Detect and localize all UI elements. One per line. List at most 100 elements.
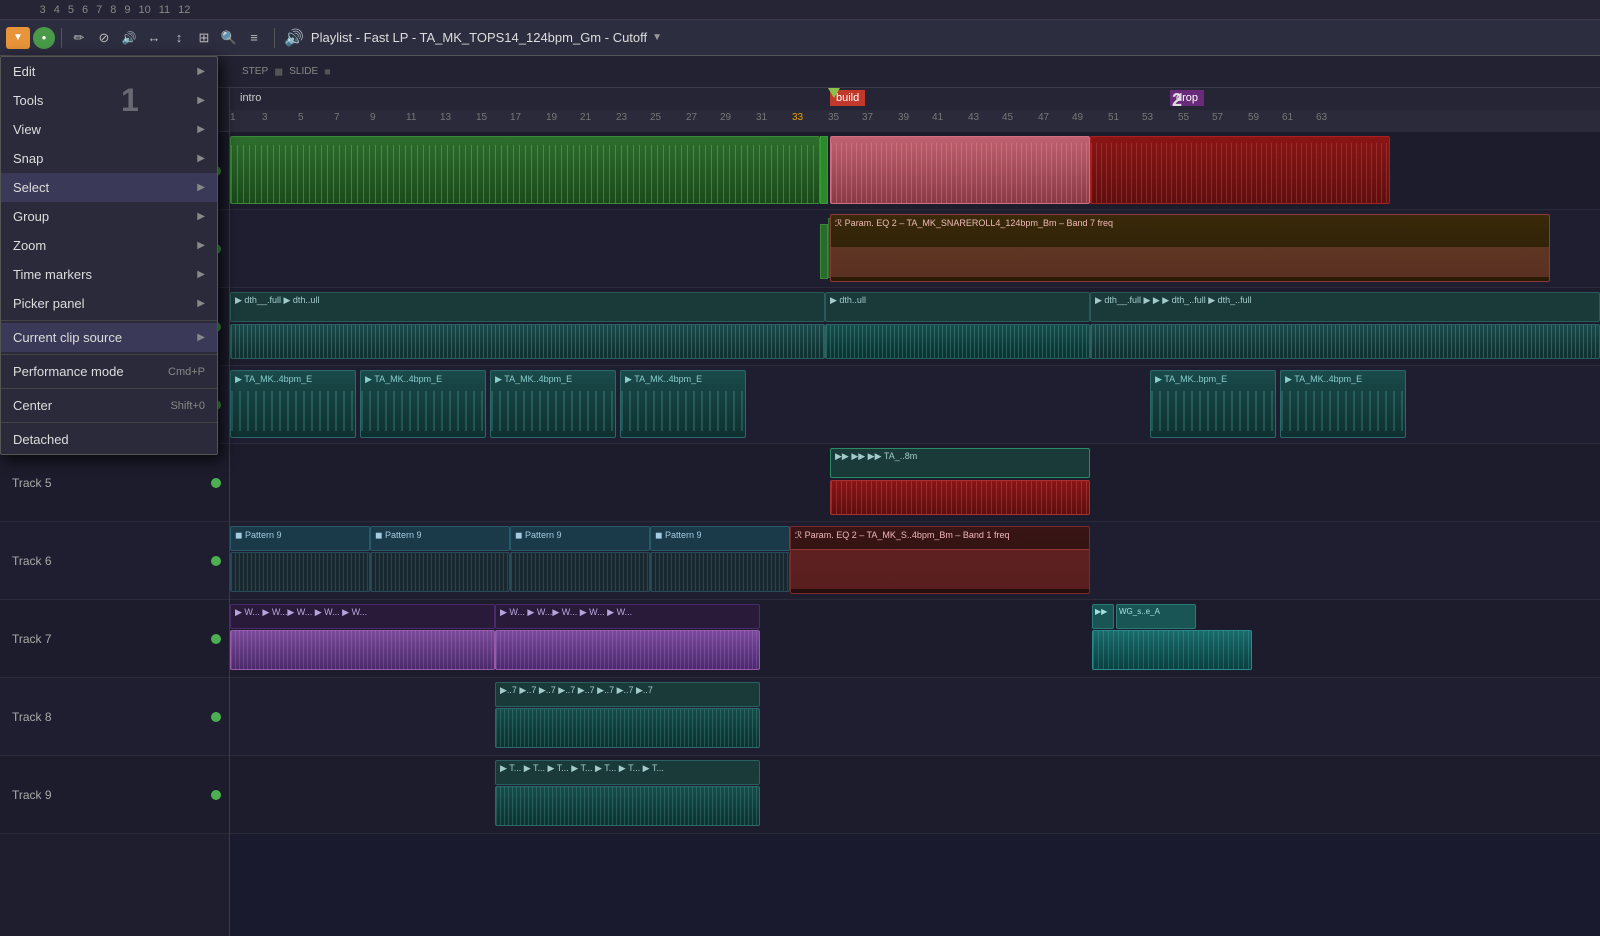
clip-t1-4[interactable] [1090, 136, 1390, 204]
clip-t3-2[interactable]: ▶ dth..ull [825, 292, 1090, 322]
timeline-numbers-row: 1 3 5 7 9 11 13 15 17 19 21 23 25 27 [230, 110, 1600, 132]
menu-item-edit[interactable]: Edit ▶ [1, 57, 217, 86]
clip-t6-2[interactable]: ◼ Pattern 9 [370, 526, 510, 551]
clip-t4-5[interactable]: ▶ TA_MK..bpm_E [1150, 370, 1276, 438]
draw-tool-button[interactable]: ✏ [68, 27, 90, 49]
ruler-num-9: 9 [124, 4, 130, 16]
sub-toolbar: ◀ ▶ 🎹 ⚙ STEP ◼ SLIDE ◼ [0, 56, 1600, 88]
track-7-name: Track 7 [12, 632, 52, 646]
up-down-button[interactable]: ↕ [168, 27, 190, 49]
clip-t4-4[interactable]: ▶ TA_MK..4bpm_E [620, 370, 746, 438]
menu-picker-panel-arrow: ▶ [197, 298, 205, 309]
erase-tool-button[interactable]: ⊘ [93, 27, 115, 49]
clip-t7-2b[interactable] [495, 630, 760, 670]
menu-performance-mode-label: Performance mode [13, 364, 124, 379]
clip-t3-1[interactable]: ▶ dth__.full ▶ dth..ull [230, 292, 825, 322]
clip-t9-1[interactable]: ▶ T... ▶ T... ▶ T... ▶ T... ▶ T... ▶ T..… [495, 760, 760, 785]
menu-item-current-clip-source[interactable]: Current clip source ▶ [1, 323, 217, 352]
clip-t6-2b[interactable] [370, 552, 510, 592]
clip-t4-2[interactable]: ▶ TA_MK..4bpm_E [360, 370, 486, 438]
menu-group-arrow: ▶ [197, 211, 205, 222]
menu-item-tools[interactable]: Tools 1 ▶ [1, 86, 217, 115]
track-9-active-dot [211, 790, 221, 800]
top-ruler: 3 4 5 6 7 8 9 10 11 12 [0, 0, 1600, 20]
meter-button[interactable]: ≡ [243, 27, 265, 49]
marker-intro: intro [240, 92, 261, 104]
clip-t1-2[interactable] [820, 136, 828, 204]
clip-t6-1[interactable]: ◼ Pattern 9 [230, 526, 370, 551]
track-label-6: Track 6 [0, 522, 229, 600]
clip-t1-1[interactable] [230, 136, 820, 204]
menu-item-zoom[interactable]: Zoom ▶ [1, 231, 217, 260]
speaker-button[interactable]: 🔊 [118, 27, 140, 49]
menu-snap-arrow: ▶ [197, 153, 205, 164]
ruler-num-3: 3 [40, 4, 46, 16]
clip-t5-1[interactable]: ▶▶ ▶▶ ▶▶ TA_..8m [830, 448, 1090, 478]
clip-t7-2[interactable]: ▶ W... ▶ W...▶ W... ▶ W... ▶ W... [495, 604, 760, 629]
clip-t6-3[interactable]: ◼ Pattern 9 [510, 526, 650, 551]
track-row-4: ▶ TA_MK..4bpm_E ▶ TA_MK..4bpm_E ▶ TA_MK.… [230, 366, 1600, 444]
clip-t6-4[interactable]: ◼ Pattern 9 [650, 526, 790, 551]
speaker-title-icon: 🔊 [284, 28, 304, 48]
clip-t5-1b[interactable] [830, 480, 1090, 515]
menu-separator-2 [1, 354, 217, 355]
menu-center-shortcut: Shift+0 [170, 400, 205, 412]
clip-t1-3[interactable] [830, 136, 1090, 204]
clip-t3-3b[interactable] [1090, 324, 1600, 359]
clip-t7-3c[interactable] [1092, 630, 1252, 670]
menu-item-detached[interactable]: Detached [1, 425, 217, 454]
menu-item-view[interactable]: View ▶ [1, 115, 217, 144]
clip-t2-1[interactable] [820, 224, 828, 279]
track-label-9: Track 9 [0, 756, 229, 834]
menu-item-picker-panel[interactable]: Picker panel ▶ [1, 289, 217, 318]
clip-t7-3b[interactable]: WG_s..e_A [1116, 604, 1196, 629]
clip-t7-3[interactable]: ▶▶ [1092, 604, 1114, 629]
record-button[interactable]: ● [33, 27, 55, 49]
ruler-num-11: 11 [159, 4, 170, 16]
menu-group-label: Group [13, 209, 49, 224]
clip-t8-1b[interactable] [495, 708, 760, 748]
menu-current-clip-source-label: Current clip source [13, 330, 122, 345]
grid-button[interactable]: ⊞ [193, 27, 215, 49]
menu-item-group[interactable]: Group ▶ [1, 202, 217, 231]
track-row-6: ◼ Pattern 9 ◼ Pattern 9 ◼ Pattern 9 [230, 522, 1600, 600]
clip-t3-3[interactable]: ▶ dth__.full ▶ ▶ ▶ dth_..full ▶ dth_..fu… [1090, 292, 1600, 322]
menu-view-arrow: ▶ [197, 124, 205, 135]
clip-t4-1[interactable]: ▶ TA_MK..4bpm_E [230, 370, 356, 438]
clip-t7-1[interactable]: ▶ W... ▶ W...▶ W... ▶ W... ▶ W... [230, 604, 495, 629]
clip-t4-6[interactable]: ▶ TA_MK..4bpm_E [1280, 370, 1406, 438]
step-label: STEP [242, 66, 268, 77]
menu-separator-1 [1, 320, 217, 321]
clip-t9-1b[interactable] [495, 786, 760, 826]
ruler-num-12: 12 [178, 4, 190, 16]
track-row-8: ▶..7 ▶..7 ▶..7 ▶..7 ▶..7 ▶..7 ▶..7 ▶..7 [230, 678, 1600, 756]
menu-item-time-markers[interactable]: Time markers ▶ [1, 260, 217, 289]
clip-t6-5[interactable]: ℛ Param. EQ 2 – TA_MK_S..4bpm_Bm – Band … [790, 526, 1090, 594]
menu-item-select[interactable]: Select ▶ [1, 173, 217, 202]
clip-t2-3[interactable]: ℛ Param. EQ 2 – TA_MK_SNAREROLL4_124bpm_… [830, 214, 1550, 282]
dropdown-icon: ▼ [13, 32, 23, 43]
title-dropdown-icon[interactable]: ▼ [652, 32, 662, 43]
menu-tools-label: Tools [13, 93, 43, 108]
menu-item-performance-mode[interactable]: Performance mode Cmd+P [1, 357, 217, 386]
left-right-button[interactable]: ↔ [143, 27, 165, 49]
zoom-button[interactable]: 🔍 [218, 27, 240, 49]
clip-t6-3b[interactable] [510, 552, 650, 592]
clip-t6-1b[interactable] [230, 552, 370, 592]
menu-edit-label: Edit [13, 64, 35, 79]
clip-t3-1b[interactable] [230, 324, 825, 359]
clip-t4-3[interactable]: ▶ TA_MK..4bpm_E [490, 370, 616, 438]
track-5-name: Track 5 [12, 476, 52, 490]
clip-t2-3-label: ℛ Param. EQ 2 – TA_MK_SNAREROLL4_124bpm_… [835, 218, 1113, 229]
track-label-8: Track 8 [0, 678, 229, 756]
clip-t3-2b[interactable] [825, 324, 1090, 359]
clip-t6-4b[interactable] [650, 552, 790, 592]
menu-dropdown-button[interactable]: ▼ [6, 27, 30, 49]
menu-item-center[interactable]: Center Shift+0 [1, 391, 217, 420]
track-row-9: ▶ T... ▶ T... ▶ T... ▶ T... ▶ T... ▶ T..… [230, 756, 1600, 834]
clip-t7-1b[interactable] [230, 630, 495, 670]
clip-t3-1-label: ▶ dth__.full ▶ dth..ull [235, 295, 319, 306]
menu-item-snap[interactable]: Snap ▶ [1, 144, 217, 173]
slide-indicator: ◼ [324, 67, 331, 76]
clip-t8-1[interactable]: ▶..7 ▶..7 ▶..7 ▶..7 ▶..7 ▶..7 ▶..7 ▶..7 [495, 682, 760, 707]
